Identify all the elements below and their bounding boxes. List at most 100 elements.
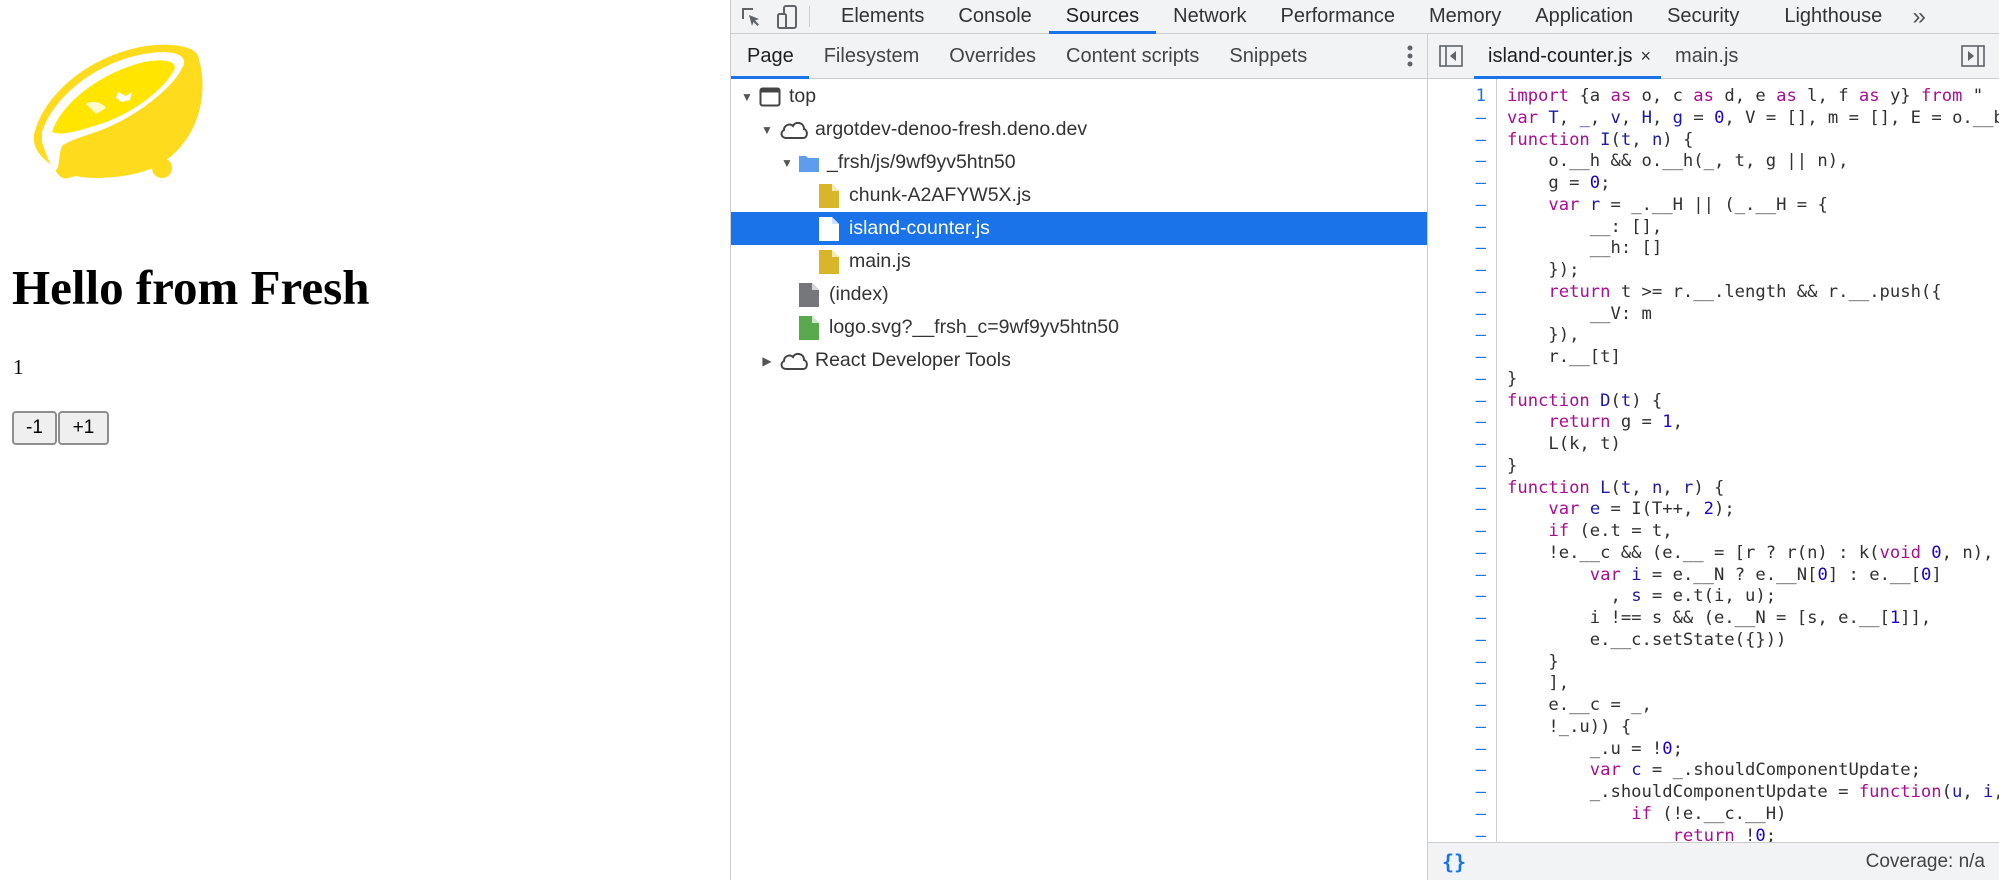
line-number[interactable]: – — [1428, 130, 1486, 152]
line-number[interactable]: – — [1428, 804, 1486, 826]
tree-item-top[interactable]: ▼ top — [731, 80, 1427, 113]
more-options-icon[interactable] — [1407, 34, 1413, 78]
code-text: , s = e.t(i, u); — [1507, 586, 1777, 607]
toggle-navigator-icon[interactable] — [1428, 34, 1474, 78]
tree-item-file[interactable]: (index) — [731, 278, 1427, 311]
tab-application[interactable]: Application — [1518, 0, 1650, 33]
nav-tab-filesystem[interactable]: Filesystem — [809, 34, 935, 78]
code-line: – ], — [1428, 673, 1999, 695]
line-number[interactable]: – — [1428, 478, 1486, 500]
code-line: – _.u = !0; — [1428, 739, 1999, 761]
line-number[interactable]: – — [1428, 173, 1486, 195]
line-number[interactable]: – — [1428, 260, 1486, 282]
inspect-element-icon[interactable] — [731, 0, 771, 33]
tab-memory[interactable]: Memory — [1412, 0, 1518, 33]
code-line: – __V: m — [1428, 304, 1999, 326]
tree-item-label: argotdev-denoo-fresh.deno.dev — [815, 118, 1088, 140]
counter-value: 1 — [13, 355, 24, 379]
tab-network[interactable]: Network — [1156, 0, 1263, 33]
tree-item-file[interactable]: chunk-A2AFYW5X.js — [731, 179, 1427, 212]
line-number[interactable]: – — [1428, 543, 1486, 565]
line-number[interactable]: – — [1428, 151, 1486, 173]
line-number[interactable]: – — [1428, 434, 1486, 456]
line-number[interactable]: – — [1428, 760, 1486, 782]
tab-sources[interactable]: Sources — [1048, 0, 1157, 34]
line-number[interactable]: – — [1428, 304, 1486, 326]
web-page-viewport: Hello from Fresh 1 -1 +1 — [0, 0, 730, 880]
code-text: g = 0; — [1507, 173, 1611, 193]
tree-item-label: main.js — [849, 250, 911, 272]
pretty-print-button[interactable]: {} — [1442, 850, 1466, 874]
line-number[interactable]: – — [1428, 608, 1486, 630]
tab-elements[interactable]: Elements — [824, 0, 941, 33]
code-line: – return t >= r.__.length && r.__.push({ — [1428, 282, 1999, 304]
line-number[interactable]: – — [1428, 217, 1486, 239]
nav-tab-overrides[interactable]: Overrides — [934, 34, 1051, 78]
line-number[interactable]: – — [1428, 412, 1486, 434]
line-number[interactable]: – — [1428, 521, 1486, 543]
sources-navigator: Page Filesystem Overrides Content script… — [731, 34, 1428, 880]
tree-item-folder[interactable]: ▼ _frsh/js/9wf9yv5htn50 — [731, 146, 1427, 179]
toggle-debugger-icon[interactable] — [1961, 34, 1985, 78]
tree-item-extension[interactable]: ▶ React Developer Tools — [731, 344, 1427, 377]
editor-tab-main[interactable]: main.js — [1661, 34, 1752, 78]
code-text: __: [], — [1507, 216, 1663, 237]
lemon-logo-icon — [33, 44, 203, 179]
editor-tab-island-counter[interactable]: island-counter.js × — [1474, 34, 1662, 79]
line-number[interactable]: – — [1428, 347, 1486, 369]
increment-button[interactable]: +1 — [58, 411, 109, 445]
line-number[interactable]: – — [1428, 369, 1486, 391]
line-number[interactable]: – — [1428, 782, 1486, 804]
line-number[interactable]: – — [1428, 717, 1486, 739]
line-number[interactable]: – — [1428, 238, 1486, 260]
navigator-tabs: Page Filesystem Overrides Content script… — [731, 34, 1427, 79]
line-number[interactable]: – — [1428, 673, 1486, 695]
tab-security[interactable]: Security — [1650, 0, 1767, 33]
js-file-icon — [819, 249, 839, 274]
nav-tab-snippets[interactable]: Snippets — [1214, 34, 1322, 78]
code-view[interactable]: 1 import {a as o, c as d, e as l, f as y}… — [1428, 79, 1999, 842]
code-text: _.u = !0; — [1507, 738, 1683, 759]
frame-icon — [759, 87, 781, 107]
tree-item-file-selected[interactable]: island-counter.js — [731, 212, 1427, 245]
tree-item-file[interactable]: main.js — [731, 245, 1427, 278]
line-number[interactable]: – — [1428, 739, 1486, 761]
tab-lighthouse[interactable]: Lighthouse — [1767, 0, 1899, 33]
toolbar-divider — [809, 6, 810, 27]
tab-console[interactable]: Console — [941, 0, 1048, 33]
tree-item-domain[interactable]: ▼ argotdev-denoo-fresh.deno.dev — [731, 113, 1427, 146]
decrement-button[interactable]: -1 — [12, 411, 57, 445]
line-number[interactable]: – — [1428, 108, 1486, 130]
source-editor: island-counter.js × main.js 1 import {a a… — [1428, 34, 1999, 880]
line-number[interactable]: – — [1428, 586, 1486, 608]
line-number[interactable]: 1 — [1428, 86, 1486, 108]
device-toolbar-icon[interactable] — [771, 0, 805, 33]
code-text: ], — [1507, 673, 1570, 694]
expand-arrow-icon[interactable]: ▼ — [739, 90, 755, 104]
line-number[interactable]: – — [1428, 630, 1486, 652]
line-number[interactable]: – — [1428, 456, 1486, 478]
line-number[interactable]: – — [1428, 652, 1486, 674]
more-tabs-chevron-icon[interactable]: » — [1899, 0, 1939, 33]
nav-tab-content-scripts[interactable]: Content scripts — [1051, 34, 1214, 78]
line-number[interactable]: – — [1428, 391, 1486, 413]
line-number[interactable]: – — [1428, 282, 1486, 304]
code-text: }); — [1507, 260, 1580, 280]
line-number[interactable]: – — [1428, 826, 1486, 843]
expand-arrow-icon[interactable]: ▼ — [779, 156, 795, 170]
line-number[interactable]: – — [1428, 499, 1486, 521]
code-text: r.__[t] — [1507, 347, 1621, 367]
line-number[interactable]: – — [1428, 195, 1486, 217]
code-text: o.__h && o.__h(_, t, g || n), — [1507, 151, 1849, 172]
tree-item-file[interactable]: logo.svg?__frsh_c=9wf9yv5htn50 — [731, 311, 1427, 344]
code-line: 1 import {a as o, c as d, e as l, f as y}… — [1428, 86, 1999, 108]
nav-tab-page[interactable]: Page — [731, 34, 809, 79]
collapsed-arrow-icon[interactable]: ▶ — [759, 354, 775, 368]
line-number[interactable]: – — [1428, 695, 1486, 717]
line-number[interactable]: – — [1428, 565, 1486, 587]
tab-performance[interactable]: Performance — [1264, 0, 1413, 33]
expand-arrow-icon[interactable]: ▼ — [759, 123, 775, 137]
code-line: – __: [], — [1428, 217, 1999, 239]
close-tab-icon[interactable]: × — [1641, 46, 1652, 67]
line-number[interactable]: – — [1428, 325, 1486, 347]
